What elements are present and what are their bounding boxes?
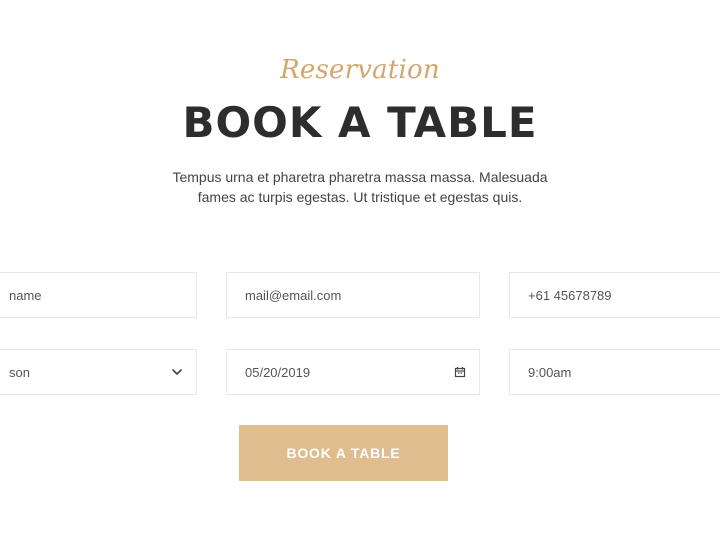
reservation-section: Reservation BOOK A TABLE Tempus urna et … xyxy=(0,0,720,535)
name-field-value: name xyxy=(9,287,42,303)
book-table-button[interactable]: BOOK A TABLE xyxy=(239,425,448,481)
subtitle-line-1: Tempus urna et pharetra pharetra massa m… xyxy=(172,169,548,185)
phone-field-value: +61 45678789 xyxy=(528,287,612,303)
guests-select-value: son xyxy=(9,364,30,380)
time-field-value: 9:00am xyxy=(528,364,572,380)
calendar-icon[interactable] xyxy=(453,365,467,379)
phone-field[interactable]: +61 45678789 xyxy=(509,272,720,318)
section-eyebrow: Reservation xyxy=(280,55,440,85)
date-field[interactable]: 05/20/2019 xyxy=(226,349,480,395)
date-field-value: 05/20/2019 xyxy=(245,364,311,380)
email-field-value: mail@email.com xyxy=(245,287,342,303)
name-field[interactable]: name xyxy=(0,272,197,318)
section-description: Tempus urna et pharetra pharetra massa m… xyxy=(0,167,720,207)
guests-select[interactable]: son xyxy=(0,349,197,395)
email-field[interactable]: mail@email.com xyxy=(226,272,480,318)
page-title: BOOK A TABLE xyxy=(182,98,538,147)
subtitle-line-2: fames ac turpis egestas. Ut tristique et… xyxy=(197,189,523,205)
time-field[interactable]: 9:00am xyxy=(509,349,720,395)
chevron-down-icon xyxy=(170,365,184,379)
